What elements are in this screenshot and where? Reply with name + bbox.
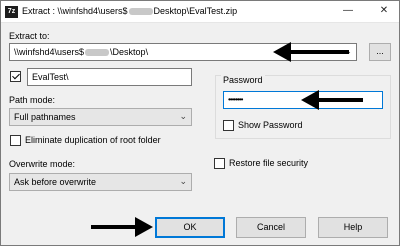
extract-path-suffix: \Desktop\ [110,47,149,57]
show-password-label: Show Password [238,120,303,130]
minimize-icon[interactable]: — [341,4,355,18]
overwrite-mode-value: Ask before overwrite [14,177,97,187]
overwrite-mode-label: Overwrite mode: [9,159,76,169]
extract-to-path: \\winfshd4\users$ \Desktop\ [14,47,148,57]
browse-button[interactable]: ... [369,43,391,61]
folder-name-checkbox[interactable] [10,71,21,82]
restore-security-checkbox[interactable] [214,158,225,169]
annotation-arrow-left-icon [273,42,349,62]
close-icon[interactable]: ✕ [377,4,391,18]
redacted-username [128,8,153,16]
eliminate-duplication-checkbox[interactable] [10,135,21,146]
folder-name-value: EvalTest\ [32,72,69,82]
folder-name-field[interactable]: EvalTest\ [27,68,192,86]
annotation-arrow-left-icon [301,90,363,110]
restore-security-label: Restore file security [229,158,309,168]
window-title-suffix: Desktop\EvalTest.zip [153,6,238,16]
password-group-label: Password [221,75,265,85]
path-mode-select[interactable]: Full pathnames ⌄ [9,108,192,126]
eliminate-duplication-label: Eliminate duplication of root folder [25,135,161,145]
window-title: Extract : \\winfshd4\users$ Desktop\EvalT… [22,6,237,16]
annotation-arrow-right-icon [91,217,153,237]
chevron-down-icon[interactable]: ⌄ [179,111,187,122]
help-button[interactable]: Help [318,217,388,238]
path-mode-label: Path mode: [9,95,56,105]
password-value: •••••••• [228,95,243,104]
overwrite-mode-select[interactable]: Ask before overwrite ⌄ [9,173,192,191]
window-title-prefix: Extract : \\winfshd4\users$ [22,6,128,16]
extract-dialog: 7z Extract : \\winfshd4\users$ Desktop\Ev… [0,0,400,246]
extract-to-label: Extract to: [9,31,50,41]
ok-button[interactable]: OK [155,217,225,238]
title-bar: 7z Extract : \\winfshd4\users$ Desktop\Ev… [1,1,399,23]
extract-path-prefix: \\winfshd4\users$ [14,47,85,57]
show-password-checkbox[interactable] [223,120,234,131]
chevron-down-icon[interactable]: ⌄ [179,176,187,187]
7zip-app-icon: 7z [5,6,18,18]
cancel-button[interactable]: Cancel [236,217,306,238]
path-mode-value: Full pathnames [14,112,76,122]
redacted-username [85,49,110,57]
